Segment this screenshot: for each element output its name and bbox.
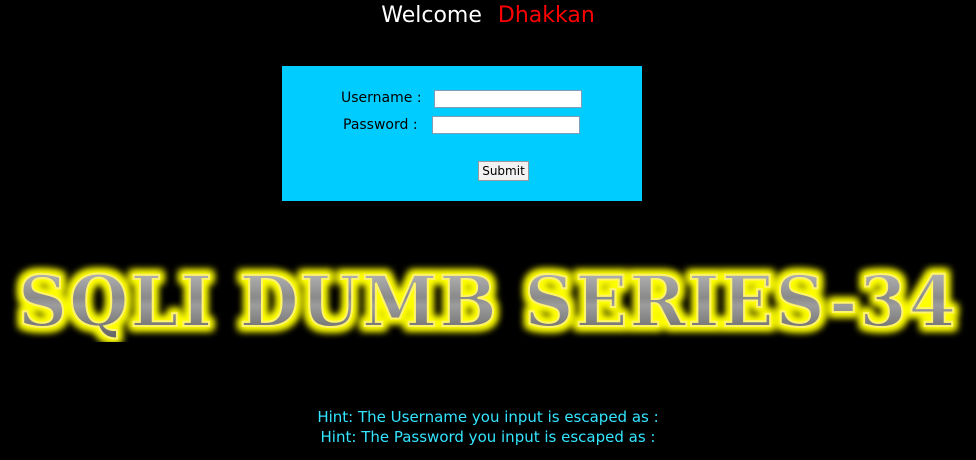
series-banner-image: SQLI DUMB SERIES-34 bbox=[17, 262, 958, 342]
welcome-header: Welcome Dhakkan bbox=[0, 2, 976, 30]
password-hint: Hint: The Password you input is escaped … bbox=[320, 428, 656, 446]
password-input[interactable] bbox=[432, 116, 580, 134]
series-banner-title: SQLI DUMB SERIES-34 bbox=[18, 262, 958, 342]
username-input[interactable] bbox=[434, 90, 582, 108]
login-form: Username : Password : Submit bbox=[282, 66, 642, 201]
welcome-label: Welcome bbox=[381, 3, 482, 28]
password-label: Password : bbox=[343, 117, 418, 133]
submit-button[interactable]: Submit bbox=[478, 161, 529, 181]
welcome-user-name: Dhakkan bbox=[497, 3, 595, 28]
username-label: Username : bbox=[341, 90, 422, 106]
hint-section: Hint: The Username you input is escaped … bbox=[0, 407, 976, 447]
username-hint: Hint: The Username you input is escaped … bbox=[317, 408, 659, 426]
series-banner: SQLI DUMB SERIES-34 bbox=[0, 262, 976, 342]
